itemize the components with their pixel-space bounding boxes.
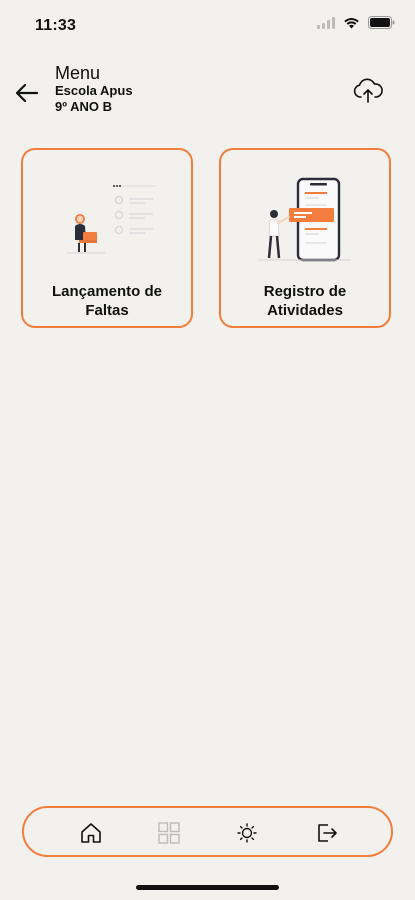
nav-settings-button[interactable] xyxy=(234,820,260,846)
cloud-upload-button[interactable] xyxy=(351,76,385,106)
cloud-upload-icon xyxy=(353,78,383,103)
class-name: 9º ANO B xyxy=(55,99,112,114)
logout-icon xyxy=(318,824,337,842)
status-bar: 11:33 xyxy=(0,0,415,50)
wifi-icon xyxy=(344,17,359,28)
attendance-illustration xyxy=(67,185,156,254)
home-indicator xyxy=(136,885,279,890)
activities-illustration xyxy=(259,177,351,262)
school-name: Escola Apus xyxy=(55,83,133,98)
settings-icon xyxy=(237,823,257,843)
grid-icon xyxy=(158,822,180,844)
signal-icon xyxy=(317,16,335,29)
header-text: Menu Escola Apus 9º ANO B xyxy=(55,63,133,115)
nav-logout-button[interactable] xyxy=(314,820,340,846)
bottom-nav xyxy=(22,806,393,857)
card-lancamento-faltas[interactable]: Lançamento de Faltas xyxy=(21,148,193,328)
card-label-line2: Atividades xyxy=(267,302,343,319)
card-label: Registro de Atividades xyxy=(221,282,389,320)
card-registro-atividades[interactable]: Registro de Atividades xyxy=(219,148,391,328)
back-button[interactable] xyxy=(12,78,42,108)
home-icon xyxy=(81,823,101,843)
status-time: 11:33 xyxy=(35,17,77,34)
page-title: Menu xyxy=(55,63,101,83)
nav-grid-button[interactable] xyxy=(156,820,182,846)
card-label-line1: Registro de xyxy=(263,283,347,300)
nav-home-button[interactable] xyxy=(78,820,104,846)
card-label-line1: Lançamento de xyxy=(51,283,163,300)
header: Menu Escola Apus 9º ANO B xyxy=(0,58,415,128)
arrow-left-icon xyxy=(15,83,39,103)
status-icons xyxy=(317,16,395,29)
card-label: Lançamento de Faltas xyxy=(23,282,191,320)
battery-icon xyxy=(368,16,395,29)
card-label-line2: Faltas xyxy=(85,302,129,319)
